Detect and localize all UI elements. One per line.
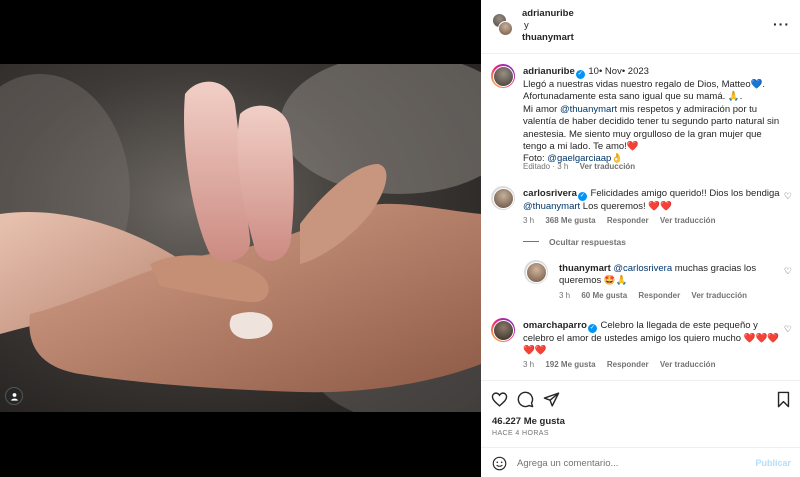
- reply-button[interactable]: Responder: [607, 216, 649, 225]
- avatar[interactable]: [491, 318, 515, 342]
- reply-button[interactable]: Responder: [607, 360, 649, 369]
- see-translation-link[interactable]: Ver traducción: [691, 291, 747, 300]
- comments-list[interactable]: adrianuribe ✓ 10• Nov• 2023 Llegó a nuest…: [481, 54, 800, 380]
- comment-text: Felicidades amigo querido!! Dios los ben…: [587, 188, 780, 199]
- author-connector: y: [524, 20, 529, 31]
- avatar[interactable]: [524, 260, 548, 284]
- comment: omarchaparro ✓ Celebro la llegada de este…: [523, 320, 782, 358]
- save-bookmark-icon[interactable]: [776, 391, 791, 411]
- caption-meta: Editado · 3 h Ver traducción: [523, 162, 644, 171]
- comment-input[interactable]: [517, 455, 747, 471]
- like-comment-heart-icon[interactable]: ♡: [784, 191, 792, 202]
- caption-date: 10• Nov• 2023: [588, 66, 649, 77]
- baby-feet-in-hands-image: [0, 64, 481, 412]
- like-comment-heart-icon[interactable]: ♡: [784, 324, 792, 335]
- caption-line: Llegó a nuestras vidas nuestro regalo de…: [523, 79, 766, 90]
- post-photo[interactable]: [0, 64, 481, 412]
- comment-meta: 3 h 368 Me gusta Responder Ver traducció…: [523, 216, 724, 225]
- comment-meta: 3 h 192 Me gusta Responder Ver traducció…: [523, 360, 724, 369]
- add-comment-bar: Publicar: [481, 447, 800, 477]
- comment-username-link[interactable]: thuanymart: [559, 263, 611, 274]
- verified-badge-icon: ✓: [577, 192, 587, 201]
- caption-username-link[interactable]: adrianuribe: [523, 66, 575, 77]
- see-translation-link[interactable]: Ver traducción: [660, 216, 716, 225]
- caption-line: Afortunadamente esta sano igual que su m…: [523, 91, 743, 103]
- reply-button[interactable]: Responder: [638, 291, 680, 300]
- mention-link[interactable]: @thuanymart: [523, 201, 580, 212]
- comment-likes-link[interactable]: 60 Me gusta: [581, 291, 627, 300]
- share-paper-plane-icon[interactable]: [543, 391, 560, 411]
- avatar[interactable]: [491, 64, 515, 88]
- like-comment-heart-icon[interactable]: ♡: [784, 266, 792, 277]
- comment-reply: thuanymart @carlosrivera muchas gracias …: [559, 263, 782, 288]
- see-translation-link[interactable]: Ver traducción: [660, 360, 716, 369]
- post-media-panel: [0, 0, 481, 477]
- post-sidebar: adrianuribe y thuanymart ··· adrianuribe…: [481, 0, 800, 477]
- comment-bubble-icon[interactable]: [517, 391, 534, 411]
- comment-text: Los queremos! ❤️❤️: [580, 201, 672, 212]
- like-heart-icon[interactable]: [491, 391, 508, 411]
- author-username-link[interactable]: adrianuribe: [522, 8, 574, 19]
- comment: carlosrivera ✓ Felicidades amigo querido!…: [523, 188, 782, 213]
- collab-avatars[interactable]: [492, 13, 514, 37]
- likes-count-link[interactable]: 46.227 Me gusta: [492, 416, 565, 427]
- comment-likes-link[interactable]: 368 Me gusta: [545, 216, 595, 225]
- post-timestamp: HACE 4 HORAS: [492, 430, 549, 437]
- coauthor-username-link[interactable]: thuanymart: [522, 32, 574, 43]
- post-actions-bar: [481, 380, 800, 420]
- see-translation-link[interactable]: Ver traducción: [580, 162, 636, 171]
- post-header: adrianuribe y thuanymart ···: [481, 0, 800, 54]
- verified-badge-icon: ✓: [575, 70, 585, 79]
- comment-likes-link[interactable]: 192 Me gusta: [545, 360, 595, 369]
- mention-link[interactable]: @thuanymart: [560, 104, 617, 115]
- publish-button[interactable]: Publicar: [755, 458, 791, 468]
- comment-username-link[interactable]: carlosrivera: [523, 188, 577, 199]
- emoji-icon[interactable]: [492, 456, 507, 474]
- comment-time: 3 h: [523, 216, 535, 225]
- comment-username-link[interactable]: omarchaparro: [523, 320, 587, 331]
- hide-replies-button[interactable]: Ocultar respuestas: [523, 237, 626, 247]
- mention-link[interactable]: @carlosrivera: [613, 263, 672, 274]
- caption-line: Mi amor: [523, 103, 560, 115]
- tagged-users-button[interactable]: [5, 387, 23, 405]
- comment-meta: 3 h 60 Me gusta Responder Ver traducción: [559, 291, 756, 300]
- comment-time: 3 h: [523, 360, 535, 369]
- comment-time: 3 h: [559, 291, 571, 300]
- collab-authors: adrianuribe y thuanymart: [522, 8, 574, 44]
- verified-badge-icon: ✓: [587, 324, 597, 333]
- avatar[interactable]: [491, 186, 515, 210]
- more-options-icon[interactable]: ···: [773, 16, 790, 32]
- avatar: [498, 21, 513, 36]
- edited-label: Editado · 3 h: [523, 162, 569, 171]
- user-icon: [10, 392, 18, 401]
- post-caption: adrianuribe ✓ 10• Nov• 2023 Llegó a nuest…: [523, 66, 788, 166]
